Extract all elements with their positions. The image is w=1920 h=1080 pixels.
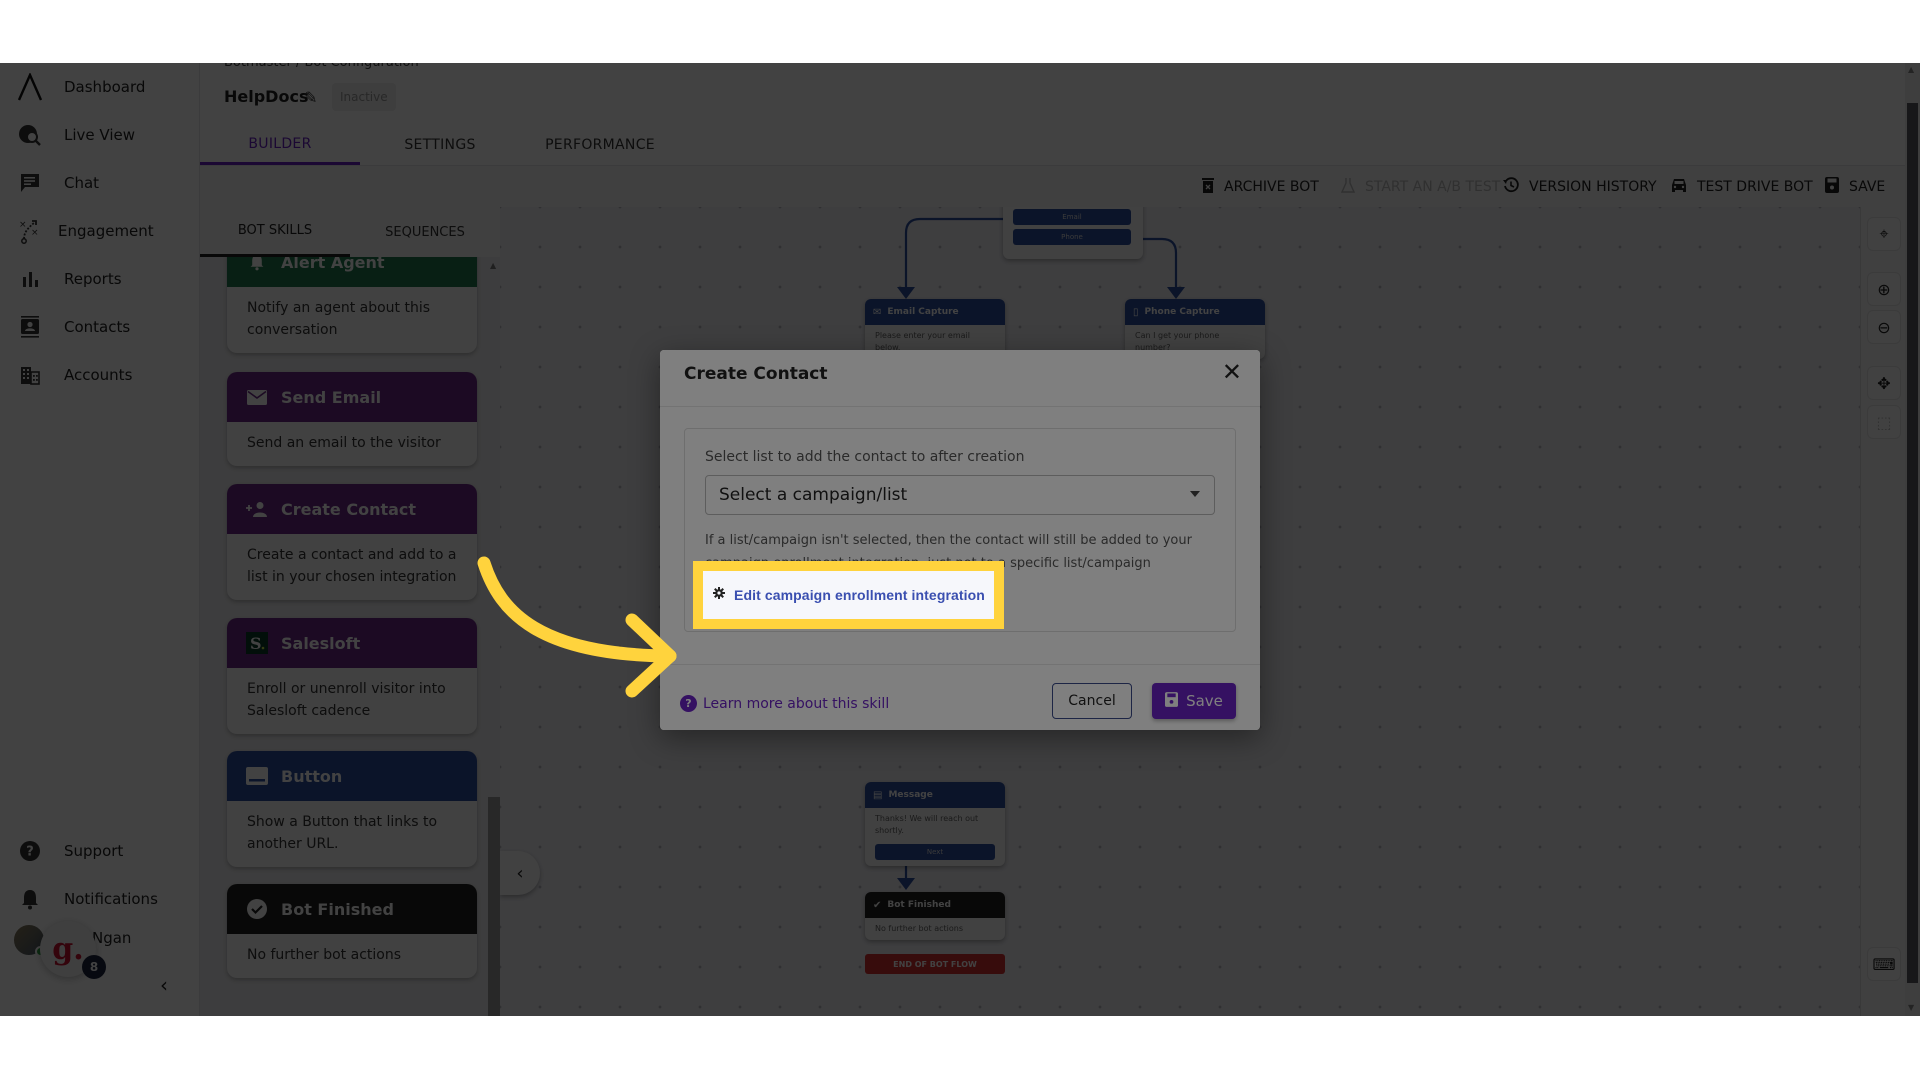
gear-icon — [713, 587, 725, 603]
edit-campaign-enrollment-integration-button[interactable]: Edit campaign enrollment integration — [703, 571, 994, 619]
app-window: Dashboard Live View Chat ×× Engagement R… — [0, 63, 1920, 1016]
modal-dim-overlay — [660, 350, 1260, 730]
edit-integration-label: Edit campaign enrollment integration — [734, 587, 985, 603]
annotation-arrow-icon — [477, 556, 677, 698]
